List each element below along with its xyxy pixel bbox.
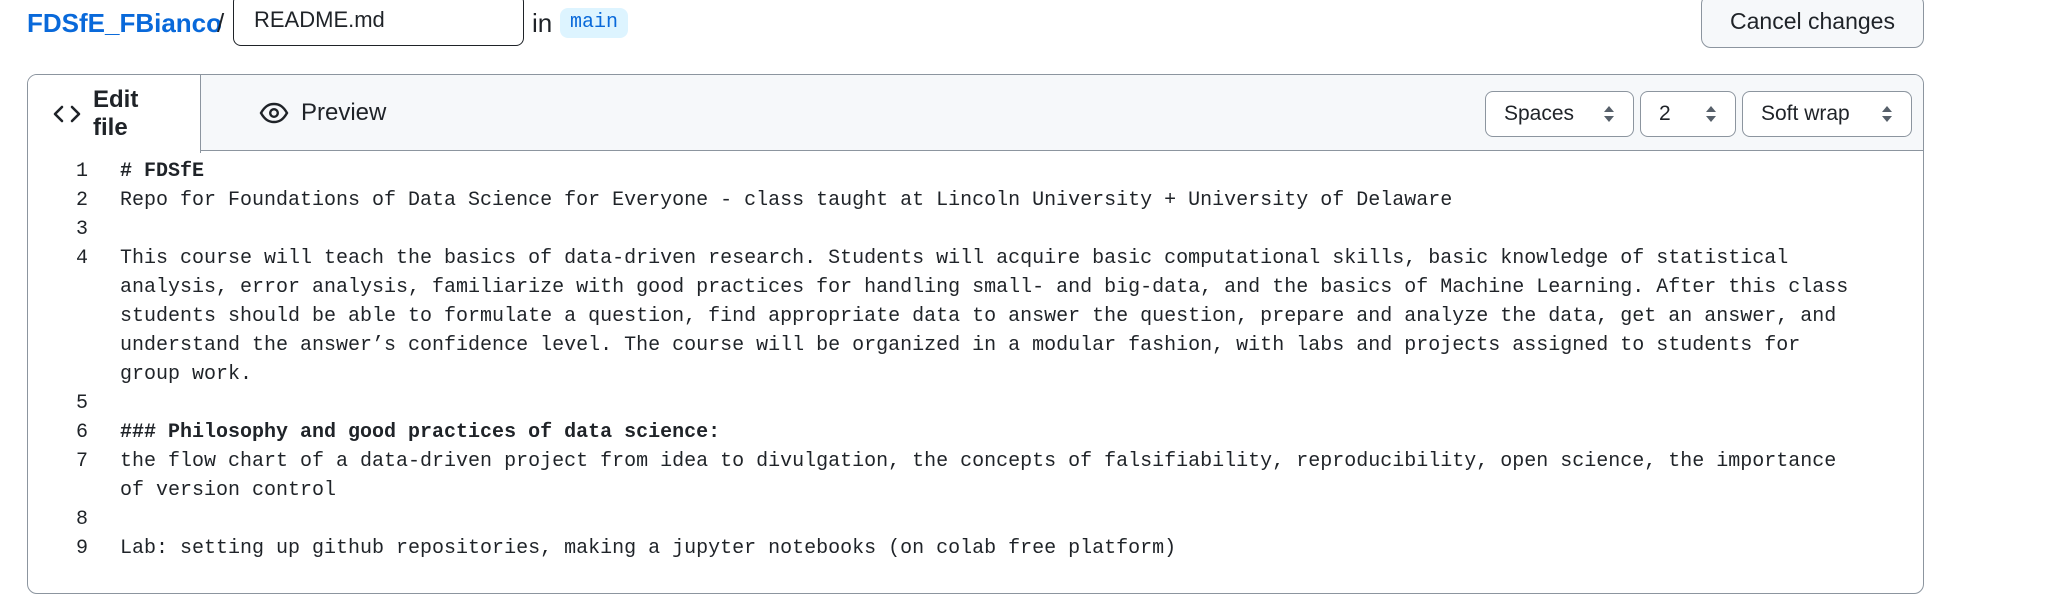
line-number: 6 [75,421,88,444]
in-label: in [532,8,553,38]
branch-badge: main [560,8,629,38]
indent-size-select[interactable]: 2 [1640,91,1736,137]
indent-mode-value: Spaces [1504,102,1575,125]
line-text[interactable]: # FDSfE [120,157,1850,186]
indent-mode-select[interactable]: Spaces [1485,91,1634,137]
select-arrows-icon [1881,104,1893,124]
code-line: 2 Repo for Foundations of Data Science f… [28,186,1923,215]
tab-preview-label: Preview [301,99,387,126]
code-line: 7 the flow chart of a data-driven projec… [28,447,1923,505]
code-line: 5 [28,389,1923,418]
wrap-mode-value: Soft wrap [1761,102,1850,125]
line-text[interactable] [120,215,1850,244]
line-number: 8 [75,508,88,531]
line-text[interactable] [120,505,1850,534]
line-number: 4 [75,247,88,270]
path-separator: / [217,8,225,38]
code-line: 1 # FDSfE [28,157,1923,186]
file-edit-header: FDSfE_FBianco / in main Cancel changes [0,0,2060,72]
code-line: 9 Lab: setting up github repositories, m… [28,534,1923,563]
code-line: 3 [28,215,1923,244]
file-editor: Edit file Preview Spaces 2 Soft wrap 1 #… [27,74,1924,594]
code-line: 6 ### Philosophy and good practices of d… [28,418,1923,447]
tab-edit-file[interactable]: Edit file [28,75,201,153]
line-number: 2 [75,189,88,212]
select-arrows-icon [1603,104,1615,124]
line-text[interactable]: ### Philosophy and good practices of dat… [120,418,1850,447]
line-number: 9 [75,537,88,560]
line-number: 5 [75,392,88,415]
line-number: 7 [75,450,88,473]
line-text[interactable]: Repo for Foundations of Data Science for… [120,186,1850,215]
editor-toolbar: Edit file Preview Spaces 2 Soft wrap [28,75,1923,153]
indent-size-value: 2 [1659,102,1671,125]
line-text[interactable] [120,389,1850,418]
repo-link[interactable]: FDSfE_FBianco [27,8,222,38]
line-number: 1 [75,160,88,183]
code-line: 4 This course will teach the basics of d… [28,244,1923,389]
line-number: 3 [75,218,88,241]
select-arrows-icon [1705,104,1717,124]
code-area[interactable]: 1 # FDSfE 2 Repo for Foundations of Data… [28,157,1923,563]
tab-preview[interactable]: Preview [233,75,412,151]
wrap-mode-select[interactable]: Soft wrap [1742,91,1912,137]
line-text[interactable]: Lab: setting up github repositories, mak… [120,534,1850,563]
code-icon [53,103,81,125]
tab-edit-file-label: Edit file [93,86,139,141]
code-line: 8 [28,505,1923,534]
filename-input[interactable] [233,0,524,46]
cancel-changes-button[interactable]: Cancel changes [1701,0,1924,48]
eye-icon [259,102,289,124]
line-text[interactable]: This course will teach the basics of dat… [120,244,1850,389]
line-text[interactable]: the flow chart of a data-driven project … [120,447,1850,505]
